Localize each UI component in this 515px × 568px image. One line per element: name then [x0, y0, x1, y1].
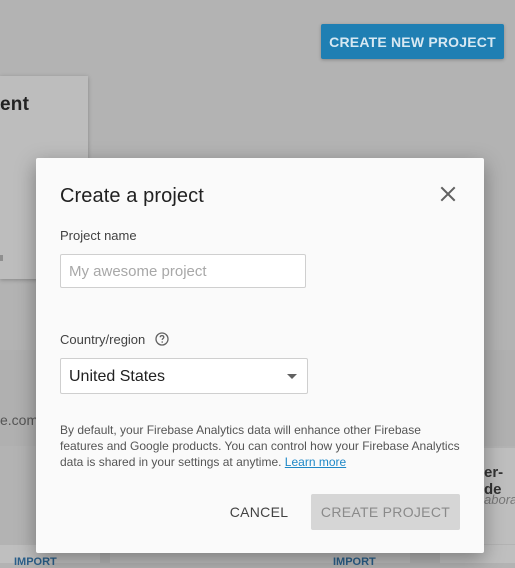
import-link-right[interactable]: IMPORT	[333, 556, 376, 568]
country-region-label: Country/region	[60, 332, 146, 347]
help-circle-icon[interactable]	[155, 332, 169, 346]
country-select-value: United States	[69, 368, 166, 385]
project-name-input[interactable]	[60, 254, 306, 288]
close-icon	[440, 186, 456, 202]
chevron-down-icon	[287, 374, 297, 379]
create-project-dialog: Create a project Project name Country/re…	[36, 158, 484, 553]
create-project-button[interactable]: CREATE PROJECT	[311, 494, 460, 530]
domain-text: e.com	[0, 412, 39, 428]
import-link-left[interactable]: IMPORT	[14, 556, 57, 568]
country-select[interactable]: United States	[60, 358, 308, 394]
close-button[interactable]	[436, 182, 460, 206]
disclaimer-text: By default, your Firebase Analytics data…	[60, 423, 460, 469]
dialog-title: Create a project	[60, 185, 204, 207]
cancel-button[interactable]: CANCEL	[220, 494, 298, 530]
card-divider	[0, 255, 3, 261]
right-card-subtitle: abora	[484, 492, 515, 507]
project-card-title: ent	[0, 94, 30, 115]
analytics-disclaimer: By default, your Firebase Analytics data…	[60, 422, 464, 470]
create-new-project-button[interactable]: CREATE NEW PROJECT	[321, 24, 504, 59]
learn-more-link[interactable]: Learn more	[285, 455, 346, 469]
project-name-label: Project name	[60, 228, 137, 243]
